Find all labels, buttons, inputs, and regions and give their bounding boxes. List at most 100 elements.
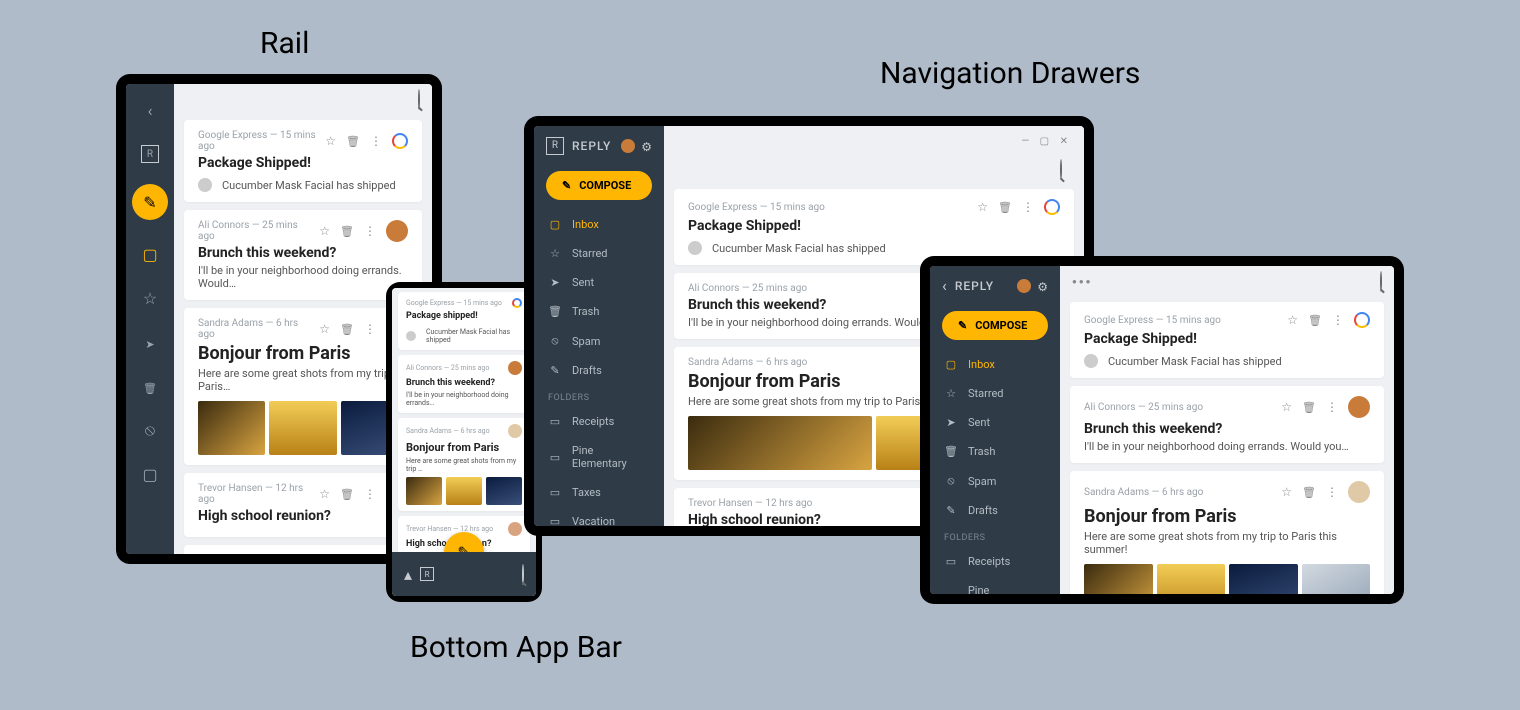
drawer-item-starred[interactable]: Starred	[534, 239, 664, 268]
image-attachments	[1084, 564, 1370, 594]
avatar	[1348, 481, 1370, 503]
email-item[interactable]: Google Express — 15 mins ago Package Shi…	[1070, 302, 1384, 378]
drawer-folder[interactable]: Pine Elementary	[930, 576, 1060, 594]
email-meta: Sandra Adams — 6 hrs ago	[198, 318, 311, 340]
drawer-item-spam[interactable]: Spam	[534, 326, 664, 356]
search-icon[interactable]	[1380, 272, 1382, 291]
drawer-item-inbox[interactable]: Inbox	[930, 350, 1060, 379]
rail-spam[interactable]	[132, 412, 168, 448]
search-icon[interactable]	[418, 90, 420, 109]
drawer-folder[interactable]: Vacation	[534, 507, 664, 526]
back-icon[interactable]	[942, 276, 947, 295]
delete-icon[interactable]	[1302, 485, 1316, 499]
rail-drafts[interactable]	[132, 456, 168, 492]
email-item[interactable]: Sandra Adams — 6 hrs ago Bonjour from Pa…	[398, 418, 530, 511]
email-preview: I'll be in your neighborhood doing erran…	[406, 391, 522, 407]
email-subject: Brunch this weekend?	[406, 375, 522, 391]
rail-sent[interactable]	[132, 324, 168, 360]
delete-icon[interactable]	[1302, 400, 1316, 414]
drawer-folder[interactable]: Pine Elementary	[534, 436, 664, 478]
rail-logo[interactable]: R	[132, 136, 168, 172]
star-icon[interactable]	[1281, 485, 1292, 499]
delete-icon[interactable]	[340, 487, 354, 501]
star-icon[interactable]	[319, 322, 330, 336]
email-meta: Google Express — 15 mins ago	[1084, 315, 1279, 326]
rail-menu-icon[interactable]	[132, 92, 168, 128]
avatar	[198, 178, 212, 192]
drawer-item-inbox[interactable]: Inbox	[534, 210, 664, 239]
email-preview: I'll be in your neighborhood doing erran…	[1084, 440, 1370, 453]
avatar	[508, 424, 522, 438]
window-controls[interactable]: — ▢ ✕	[1021, 136, 1072, 147]
delete-icon[interactable]	[346, 134, 360, 148]
email-item[interactable]: Ali Connors — 25 mins ago Brunch this we…	[184, 210, 422, 300]
bottom-app-bar: R	[392, 552, 536, 596]
drawer-header: REPLY	[930, 266, 1060, 305]
drawer-item-trash[interactable]: Trash	[930, 437, 1060, 466]
email-subject: Bonjour from Paris	[1084, 503, 1370, 530]
star-icon[interactable]	[977, 200, 988, 214]
email-list: Google Express — 15 mins ago Package Shi…	[1060, 296, 1394, 594]
drawer-item-sent[interactable]: Sent	[534, 268, 664, 297]
star-icon[interactable]	[319, 224, 330, 238]
more-icon[interactable]	[370, 134, 382, 148]
star-icon[interactable]	[325, 134, 336, 148]
avatar	[508, 522, 522, 536]
more-icon[interactable]	[364, 487, 376, 501]
email-preview: Cucumber Mask Facial has shipped	[222, 179, 396, 192]
search-icon[interactable]	[1060, 160, 1062, 179]
email-item[interactable]: Ali Connors — 25 mins ago Brunch this we…	[398, 355, 530, 413]
delete-icon[interactable]	[340, 322, 354, 336]
more-icon[interactable]	[1022, 200, 1034, 214]
avatar	[406, 331, 416, 341]
star-icon[interactable]	[319, 487, 330, 501]
more-icon[interactable]	[364, 224, 376, 238]
email-item[interactable]: Ali Connors — 25 mins ago Brunch this we…	[1070, 386, 1384, 463]
drawer-folders-list: Receipts Pine Elementary Taxes Vacation …	[930, 547, 1060, 594]
menu-icon[interactable]	[404, 565, 412, 584]
more-icon[interactable]	[1332, 313, 1344, 327]
avatar	[1084, 354, 1098, 368]
search-icon[interactable]	[522, 565, 524, 584]
email-meta: Ali Connors — 25 mins ago	[198, 220, 311, 242]
email-meta: Sandra Adams — 6 hrs ago	[406, 427, 500, 435]
drawer-folder[interactable]: Receipts	[930, 547, 1060, 576]
compose-fab[interactable]	[132, 184, 168, 220]
drawer-folder[interactable]: Taxes	[534, 478, 664, 507]
settings-icon[interactable]	[641, 136, 652, 155]
drawer-item-trash[interactable]: Trash	[534, 297, 664, 326]
rail-inbox[interactable]	[132, 236, 168, 272]
compose-button[interactable]: COMPOSE	[546, 171, 652, 200]
email-item[interactable]: Google Express — 15 mins ago Package Shi…	[184, 120, 422, 202]
logo-icon[interactable]: R	[420, 567, 434, 581]
account-avatar[interactable]	[621, 139, 635, 153]
drawer-item-spam[interactable]: Spam	[930, 466, 1060, 496]
drawer-item-drafts[interactable]: Drafts	[534, 356, 664, 385]
drawer-header: R REPLY	[534, 126, 664, 165]
drawer-item-drafts[interactable]: Drafts	[930, 496, 1060, 525]
account-avatar[interactable]	[1017, 279, 1031, 293]
compose-button[interactable]: COMPOSE	[942, 311, 1048, 340]
email-meta: Trevor Hansen — 12 hrs ago	[406, 525, 500, 533]
settings-icon[interactable]	[1037, 276, 1048, 295]
more-icon[interactable]	[1326, 485, 1338, 499]
star-icon[interactable]	[1281, 400, 1292, 414]
drawer-item-starred[interactable]: Starred	[930, 379, 1060, 408]
email-preview: Here are some great shots from my trip t…	[1084, 530, 1370, 556]
logo-icon[interactable]: R	[546, 137, 564, 155]
delete-icon[interactable]	[340, 224, 354, 238]
star-icon[interactable]	[1287, 313, 1298, 327]
avatar	[508, 361, 522, 375]
more-icon[interactable]	[364, 322, 376, 336]
drawer-item-sent[interactable]: Sent	[930, 408, 1060, 437]
more-icon[interactable]	[1326, 400, 1338, 414]
email-subject: Brunch this weekend?	[1084, 418, 1370, 440]
delete-icon[interactable]	[998, 200, 1012, 214]
rail-trash[interactable]	[132, 368, 168, 404]
drawer-folder[interactable]: Receipts	[534, 407, 664, 436]
email-item[interactable]: Google Express — 15 mins ago Package Shi…	[674, 189, 1074, 265]
rail-starred[interactable]	[132, 280, 168, 316]
email-item[interactable]: Sandra Adams — 6 hrs ago Bonjour from Pa…	[1070, 471, 1384, 594]
delete-icon[interactable]	[1308, 313, 1322, 327]
email-item[interactable]: Google Express — 15 mins ago Package shi…	[398, 292, 530, 350]
